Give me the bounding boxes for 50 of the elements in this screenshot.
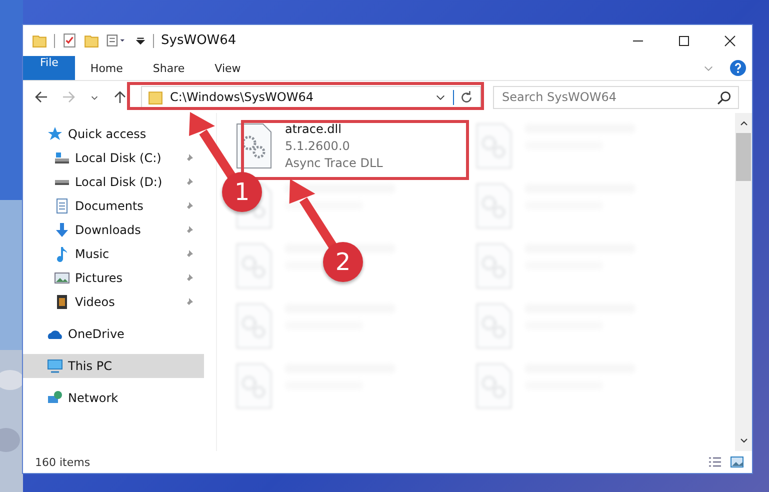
ribbon-tab[interactable]: View xyxy=(200,56,256,80)
ribbon-tab[interactable]: Share xyxy=(138,56,200,80)
document-icon xyxy=(54,198,70,214)
pc-icon xyxy=(47,358,63,374)
item-count: 160 items xyxy=(35,456,90,468)
folder-icon xyxy=(148,90,163,104)
close-icon[interactable] xyxy=(724,34,736,46)
drive-icon xyxy=(54,150,70,166)
selected-sidebar-item[interactable]: This PC xyxy=(23,354,204,378)
search-icon[interactable] xyxy=(717,90,732,104)
picture-icon xyxy=(54,270,70,286)
sidebar-item[interactable]: Network xyxy=(23,386,204,410)
properties-icon[interactable] xyxy=(62,33,77,48)
file-detail: 5.1.2600.0 xyxy=(285,138,351,155)
refresh-icon[interactable] xyxy=(453,90,474,104)
sidebar-item[interactable]: Quick access xyxy=(23,122,204,146)
file-detail: Async Trace DLL xyxy=(285,155,383,172)
up-icon[interactable] xyxy=(113,90,127,104)
folder-icon[interactable] xyxy=(32,33,47,48)
network-icon xyxy=(47,390,63,406)
file-tab[interactable]: File xyxy=(23,56,76,80)
sidebar-item[interactable]: Documents xyxy=(23,194,204,218)
forward-icon[interactable] xyxy=(62,90,76,104)
download-arrow-icon xyxy=(54,222,70,238)
thumbnail-view-icon[interactable] xyxy=(730,456,744,468)
music-note-icon xyxy=(54,246,70,262)
help-icon[interactable] xyxy=(730,60,746,76)
dropdown-icon[interactable] xyxy=(135,35,146,46)
address-field[interactable]: C:\Windows\SysWOW64 xyxy=(141,86,481,108)
film-icon xyxy=(54,294,70,310)
sidebar-item[interactable]: Videos xyxy=(23,290,204,314)
sidebar-item[interactable]: OneDrive xyxy=(23,322,204,346)
sidebar-item[interactable]: Music xyxy=(23,242,204,266)
back-icon[interactable] xyxy=(34,90,48,104)
sidebar-item[interactable]: Local Disk (D:) xyxy=(23,170,204,194)
file-name[interactable]: atrace.dll xyxy=(285,121,383,138)
scrollbar[interactable] xyxy=(735,113,752,451)
new-folder-icon[interactable] xyxy=(84,33,99,48)
ribbon-tab[interactable]: Home xyxy=(75,56,138,80)
window-title: SysWOW64 xyxy=(161,33,236,48)
sidebar-item[interactable]: Local Disk (C:) xyxy=(23,146,204,170)
star-icon xyxy=(47,126,63,142)
search-field[interactable]: Search SysWOW64 xyxy=(493,86,739,108)
maximize-icon[interactable] xyxy=(678,34,690,46)
sidebar-item[interactable]: Downloads xyxy=(23,218,204,242)
scroll-thumb[interactable] xyxy=(736,133,751,181)
drive-icon xyxy=(54,178,70,186)
dll-file-icon[interactable] xyxy=(236,123,272,169)
sidebar-item[interactable]: Pictures xyxy=(23,266,204,290)
details-view-icon[interactable] xyxy=(708,456,722,468)
